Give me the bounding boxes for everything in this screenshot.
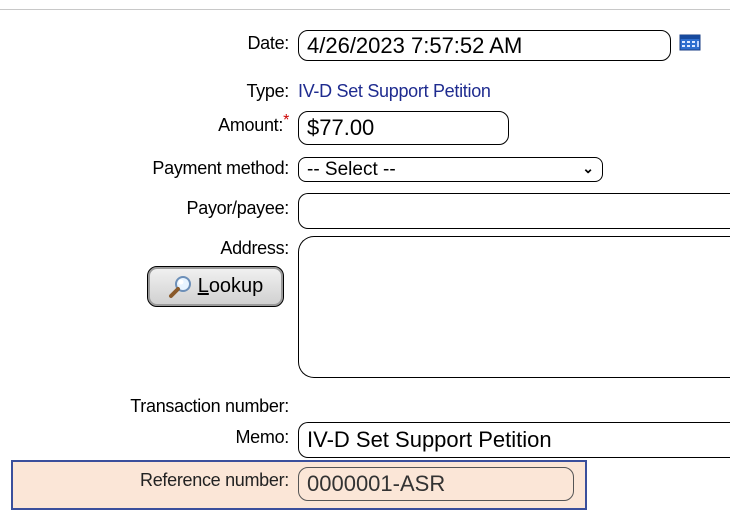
memo-field[interactable]: IV-D Set Support Petition xyxy=(298,422,730,458)
date-field[interactable]: 4/26/2023 7:57:52 AM xyxy=(298,30,671,61)
type-label: Type: xyxy=(246,81,289,101)
reference-number-field[interactable]: 0000001-ASR xyxy=(298,467,574,501)
amount-field[interactable]: $77.00 xyxy=(298,111,509,145)
payment-method-selected: -- Select -- xyxy=(307,158,396,180)
transaction-number-label: Transaction number: xyxy=(130,396,289,416)
lookup-button[interactable]: Lookup xyxy=(147,266,284,307)
top-divider xyxy=(0,9,730,10)
calendar-icon[interactable] xyxy=(679,33,701,51)
required-marker: * xyxy=(283,112,289,129)
address-textarea[interactable] xyxy=(298,236,730,378)
amount-label: Amount:* xyxy=(218,112,289,136)
amount-label-text: Amount: xyxy=(218,115,284,135)
lookup-label: Lookup xyxy=(197,275,264,297)
payor-label: Payor/payee: xyxy=(186,198,290,218)
date-label: Date: xyxy=(247,33,289,53)
memo-label: Memo: xyxy=(235,427,289,447)
magnifier-icon xyxy=(168,275,191,298)
reference-number-label: Reference number: xyxy=(140,470,289,490)
chevron-down-icon: ⌄ xyxy=(582,160,594,176)
type-value: IV-D Set Support Petition xyxy=(298,81,491,101)
address-label: Address: xyxy=(220,238,289,258)
payor-field[interactable] xyxy=(298,193,730,229)
payment-method-select[interactable]: -- Select -- ⌄ xyxy=(298,157,603,182)
payment-method-label: Payment method: xyxy=(152,158,289,178)
